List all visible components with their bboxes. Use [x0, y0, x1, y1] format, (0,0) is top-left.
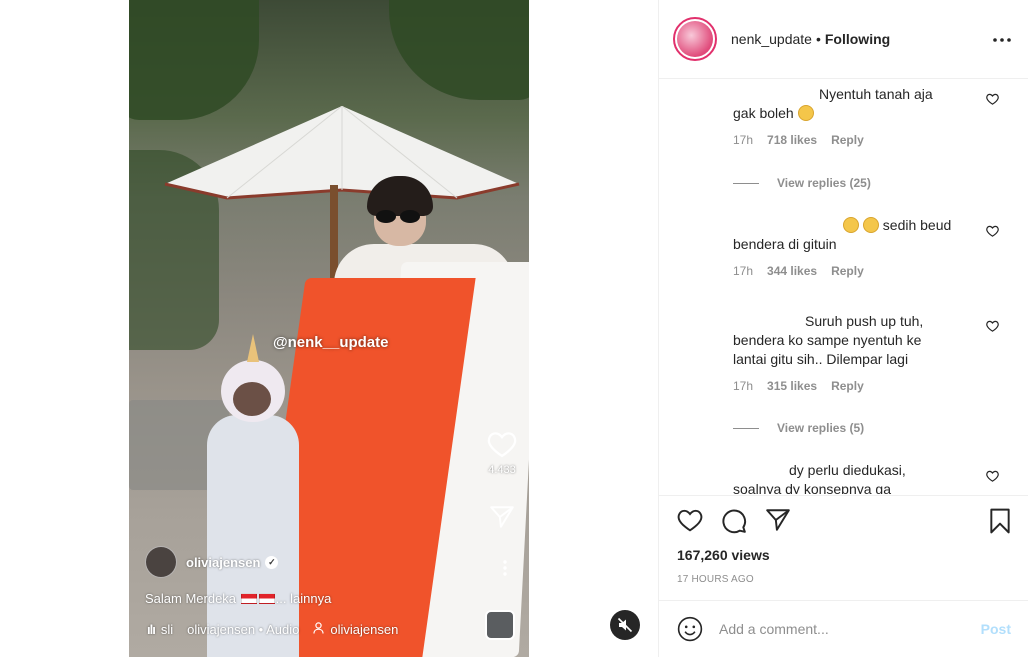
comment-likes[interactable]: 718 likes [767, 133, 817, 147]
palm-foliage [129, 0, 259, 120]
caption-more-link[interactable]: ... lainnya [276, 591, 332, 606]
avatar[interactable] [673, 17, 717, 61]
heart-icon[interactable] [677, 508, 703, 532]
comment-meta: 17h 344 likes Reply [733, 264, 983, 278]
video-like-count: 4.433 [488, 464, 516, 476]
view-replies-button[interactable]: View replies (5) [733, 421, 864, 435]
emoji-icon[interactable] [677, 616, 703, 642]
video-watermark: @nenk__update [273, 334, 389, 351]
video-audio-line[interactable]: ılı sli oliviajensen • Audio oliviajense… [147, 622, 398, 637]
options-button[interactable] [993, 29, 1011, 47]
video-share-button[interactable] [489, 505, 515, 529]
post-comment-button[interactable]: Post [981, 621, 1011, 637]
add-comment-bar: Add a comment... Post [659, 600, 1028, 657]
audio-bars-icon: ılı [147, 622, 156, 637]
video-caption[interactable]: Salam Merdeka ... lainnya [145, 591, 331, 606]
bookmark-icon[interactable] [989, 508, 1011, 534]
comment-meta: 17h 718 likes Reply [733, 133, 983, 147]
comment-meta: 17h 315 likes Reply [733, 379, 983, 393]
comment-icon[interactable] [721, 508, 747, 534]
comment-text: sedih beud bendera di gituin [733, 217, 952, 252]
child-figure [201, 334, 301, 657]
comment-item: sedih beud bendera di gituin 17h 344 lik… [733, 216, 983, 278]
video-more-button[interactable] [503, 560, 507, 576]
share-icon[interactable] [489, 505, 515, 529]
user-tag-icon [313, 622, 324, 637]
post-panel: nenk_update • Following Nyentuh tanah aj… [658, 0, 1028, 657]
instagram-post-view: @nenk__update 4.433 oliviajensen ✓ Salam… [0, 0, 1028, 657]
video-author-name[interactable]: oliviajensen [186, 555, 260, 570]
comment-item: Nyentuh tanah aja gak boleh 17h 718 like… [733, 85, 983, 147]
comment-reply-button[interactable]: Reply [831, 133, 864, 147]
following-button[interactable]: Following [825, 31, 890, 47]
sad-emoji-icon [797, 105, 814, 121]
sad-emoji-icon [843, 217, 859, 233]
post-actions: 167,260 views 17 HOURS AGO [659, 495, 1028, 600]
mute-icon[interactable] [617, 617, 633, 633]
comment-time[interactable]: 17h [733, 379, 753, 393]
comment-likes[interactable]: 315 likes [767, 379, 817, 393]
comments-list[interactable]: Nyentuh tanah aja gak boleh 17h 718 like… [659, 80, 1028, 494]
more-icon[interactable] [503, 560, 507, 576]
video-player[interactable]: @nenk__update 4.433 oliviajensen ✓ Salam… [129, 0, 529, 657]
more-icon[interactable] [993, 38, 1011, 42]
audio-user[interactable]: oliviajensen [330, 622, 398, 637]
verified-icon: ✓ [265, 555, 279, 569]
video-author[interactable]: oliviajensen ✓ [145, 546, 279, 578]
avatar[interactable] [145, 546, 177, 578]
post-timestamp[interactable]: 17 HOURS AGO [677, 574, 754, 585]
comment-text: Nyentuh tanah aja gak boleh [733, 86, 933, 121]
audio-text[interactable]: oliviajensen • Audio [187, 622, 299, 637]
comment-text: Suruh push up tuh, bendera ko sampe nyen… [733, 313, 924, 367]
palm-foliage [389, 0, 529, 100]
video-like-button[interactable]: 4.433 [487, 430, 517, 476]
comment-time[interactable]: 17h [733, 133, 753, 147]
comment-reply-button[interactable]: Reply [831, 264, 864, 278]
heart-icon[interactable] [986, 93, 999, 105]
comment-text: dy perlu diedukasi, soalnya dy konsepnya… [733, 462, 906, 494]
comment-likes[interactable]: 344 likes [767, 264, 817, 278]
share-icon[interactable] [765, 508, 791, 532]
comment-item: Suruh push up tuh, bendera ko sampe nyen… [733, 312, 983, 393]
umbrella-graphic [164, 106, 520, 200]
heart-icon[interactable] [986, 470, 999, 482]
audio-prefix: sli [160, 622, 174, 637]
comment-input[interactable]: Add a comment... [719, 621, 981, 637]
view-count[interactable]: 167,260 views [677, 547, 770, 563]
post-username[interactable]: nenk_update [731, 31, 812, 47]
flag-emoji-icon [240, 593, 257, 604]
sad-emoji-icon [862, 217, 879, 233]
audio-thumbnail[interactable] [485, 610, 515, 640]
separator-dot: • [815, 31, 821, 47]
comment-item: dy perlu diedukasi, soalnya dy konsepnya… [733, 461, 983, 494]
flag-emoji-icon [258, 593, 275, 604]
heart-icon[interactable] [487, 430, 517, 458]
caption-text: Salam Merdeka [145, 591, 237, 606]
comment-reply-button[interactable]: Reply [831, 379, 864, 393]
heart-icon[interactable] [986, 320, 999, 332]
comment-time[interactable]: 17h [733, 264, 753, 278]
sunglasses [376, 210, 424, 224]
mute-button[interactable] [610, 610, 640, 640]
heart-icon[interactable] [986, 225, 999, 237]
view-replies-button[interactable]: View replies (25) [733, 176, 871, 190]
post-header: nenk_update • Following [659, 0, 1028, 79]
